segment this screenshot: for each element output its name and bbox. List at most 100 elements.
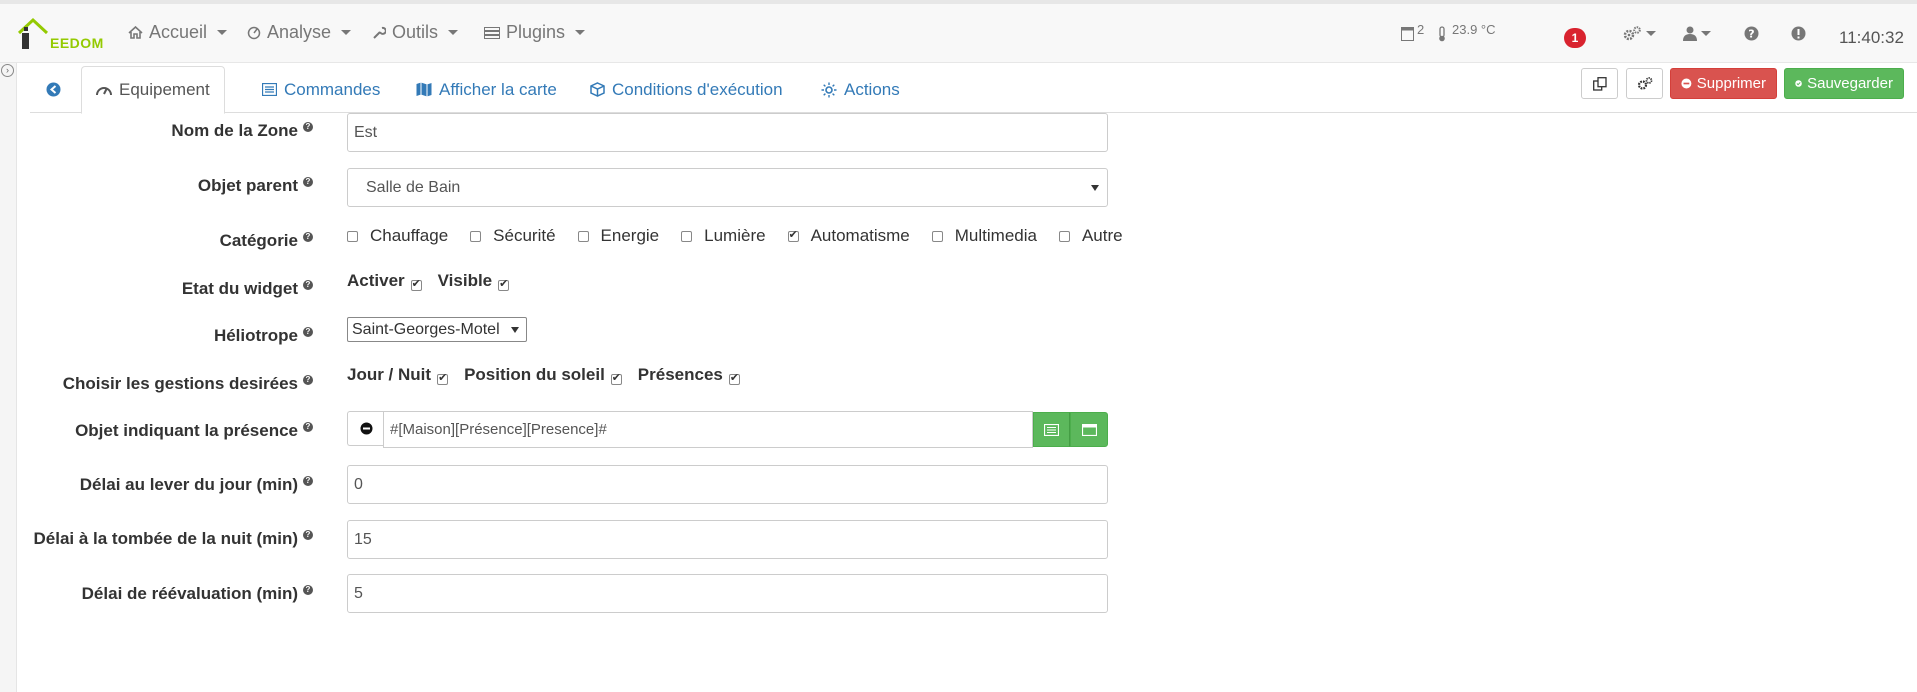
question-circle-icon[interactable]: ?	[303, 327, 313, 337]
configure-button[interactable]	[1626, 68, 1663, 99]
jeedom-logo[interactable]: EEDOM	[16, 17, 103, 55]
input-value: 0	[354, 475, 363, 493]
list-alt-icon	[1044, 423, 1059, 436]
checkbox-securite[interactable]	[470, 230, 482, 242]
clear-presence-button[interactable]	[347, 411, 384, 446]
checkbox-automatisme[interactable]	[787, 228, 799, 242]
checkbox-label: Automatisme	[810, 226, 910, 245]
nav-menu-plugins[interactable]: Plugins	[484, 22, 586, 43]
checkbox-lumiere[interactable]	[681, 230, 693, 242]
help-button[interactable]: ?	[1744, 4, 1759, 63]
check-circle-icon	[1795, 80, 1802, 87]
question-circle-icon[interactable]: ?	[303, 375, 313, 385]
checkbox-autre[interactable]	[1058, 230, 1070, 242]
checkbox-chauffage[interactable]	[347, 230, 358, 242]
question-circle-icon[interactable]: ?	[303, 530, 313, 540]
chevron-down-icon	[575, 30, 586, 35]
question-circle-icon: ?	[1744, 26, 1759, 41]
exclamation-circle-icon	[1791, 26, 1806, 41]
tab-equipement[interactable]: Equipement	[81, 66, 225, 114]
checkbox-presence[interactable]	[728, 371, 740, 385]
question-circle-icon[interactable]: ?	[303, 177, 313, 187]
expand-sidebar-icon[interactable]: ›	[1, 64, 14, 77]
map-icon	[416, 82, 432, 97]
chevron-down-icon	[217, 30, 228, 35]
status-temperature[interactable]: 23.9 °C	[1437, 4, 1496, 63]
nav-menu-analyse[interactable]: Analyse	[247, 22, 352, 43]
input-value: 5	[354, 584, 363, 602]
settings-menu[interactable]	[1622, 4, 1656, 63]
nav-menu-outils[interactable]: Outils	[372, 22, 459, 43]
question-circle-icon[interactable]: ?	[303, 232, 313, 242]
label-text: Objet parent	[197, 176, 298, 195]
select-arrow-icon	[1091, 185, 1099, 191]
select-value: Saint-Georges-Motel	[352, 320, 500, 338]
table-icon	[1081, 423, 1097, 436]
duplicate-button[interactable]	[1581, 68, 1618, 99]
user-icon	[1683, 26, 1697, 41]
back-button[interactable]	[32, 66, 75, 113]
question-circle-icon[interactable]: ?	[303, 585, 313, 595]
checkbox-label: Multimedia	[954, 226, 1037, 245]
alert-button[interactable]	[1791, 4, 1806, 63]
delete-button[interactable]: Supprimer	[1670, 68, 1777, 99]
day-night-label: Jour / Nuit	[347, 365, 432, 384]
save-button[interactable]: Sauvegarder	[1784, 68, 1904, 99]
presence-object-input[interactable]: #[Maison][Présence][Presence]#	[383, 411, 1033, 448]
tab-conditions-execution[interactable]: Conditions d'exécution	[576, 66, 797, 113]
nav-menu-accueil[interactable]: Accueil	[128, 22, 228, 43]
checkbox-label: Autre	[1081, 226, 1123, 245]
label-text: Héliotrope	[213, 326, 298, 345]
nav-menu-label: Outils	[392, 22, 439, 42]
thermometer-icon	[1439, 25, 1445, 41]
user-menu[interactable]	[1683, 4, 1711, 63]
activate-label: Activer	[347, 271, 405, 290]
tab-afficher-carte[interactable]: Afficher la carte	[402, 66, 571, 113]
gestions-label: Choisir les gestions desirées?	[63, 374, 313, 394]
checkbox-activate[interactable]	[410, 277, 422, 291]
checkbox-label: Chauffage	[370, 226, 449, 245]
delete-button-label: Supprimer	[1696, 75, 1766, 92]
parent-object-label: Objet parent?	[198, 176, 313, 196]
question-circle-icon[interactable]: ?	[303, 122, 313, 132]
tab-actions[interactable]: Actions	[807, 66, 914, 113]
zone-name-input[interactable]: Est	[347, 113, 1108, 152]
presence-object-label: Objet indiquant la présence?	[75, 421, 313, 441]
label-text: Choisir les gestions desirées	[62, 374, 298, 393]
delay-reeval-input[interactable]: 5	[347, 574, 1108, 613]
checkbox-energie[interactable]	[577, 230, 589, 242]
checkbox-visible[interactable]	[498, 277, 510, 291]
left-gutter: ›	[0, 63, 17, 692]
home-icon	[128, 26, 143, 39]
checkbox-day-night[interactable]	[437, 371, 449, 385]
input-value: #[Maison][Présence][Presence]#	[390, 421, 607, 438]
chevron-down-icon	[1646, 31, 1656, 36]
status-shutter[interactable]: 2	[1401, 4, 1424, 63]
list-commands-button[interactable]	[1033, 412, 1070, 447]
question-circle-icon[interactable]: ?	[303, 280, 313, 290]
nav-menu-label: Plugins	[506, 22, 566, 42]
question-circle-icon[interactable]: ?	[303, 422, 313, 432]
save-button-label: Sauvegarder	[1807, 75, 1893, 92]
notification-badge[interactable]: 1	[1564, 28, 1586, 48]
analytics-icon	[247, 26, 261, 39]
category-label: Catégorie?	[220, 231, 313, 251]
visible-label: Visible	[437, 271, 493, 290]
checkbox-sun-position[interactable]	[610, 371, 622, 385]
tab-label: Afficher la carte	[439, 79, 557, 99]
parent-object-select[interactable]: Salle de Bain	[347, 168, 1108, 207]
plugins-icon	[484, 26, 500, 39]
checkbox-multimedia[interactable]	[931, 230, 943, 242]
minus-circle-icon	[360, 422, 372, 435]
question-circle-icon[interactable]: ?	[303, 476, 313, 486]
select-command-button[interactable]	[1070, 412, 1108, 447]
svg-text:?: ?	[1748, 28, 1754, 41]
delay-sunrise-input[interactable]: 0	[347, 465, 1108, 504]
checkbox-label: Energie	[600, 226, 660, 245]
checkbox-label: Sécurité	[493, 226, 556, 245]
gears-icon	[1637, 76, 1652, 90]
heliotrope-select[interactable]: Saint-Georges-Motel	[347, 317, 527, 342]
tab-commandes[interactable]: Commandes	[248, 66, 394, 113]
tab-label: Commandes	[284, 79, 381, 99]
delay-nightfall-input[interactable]: 15	[347, 520, 1108, 559]
